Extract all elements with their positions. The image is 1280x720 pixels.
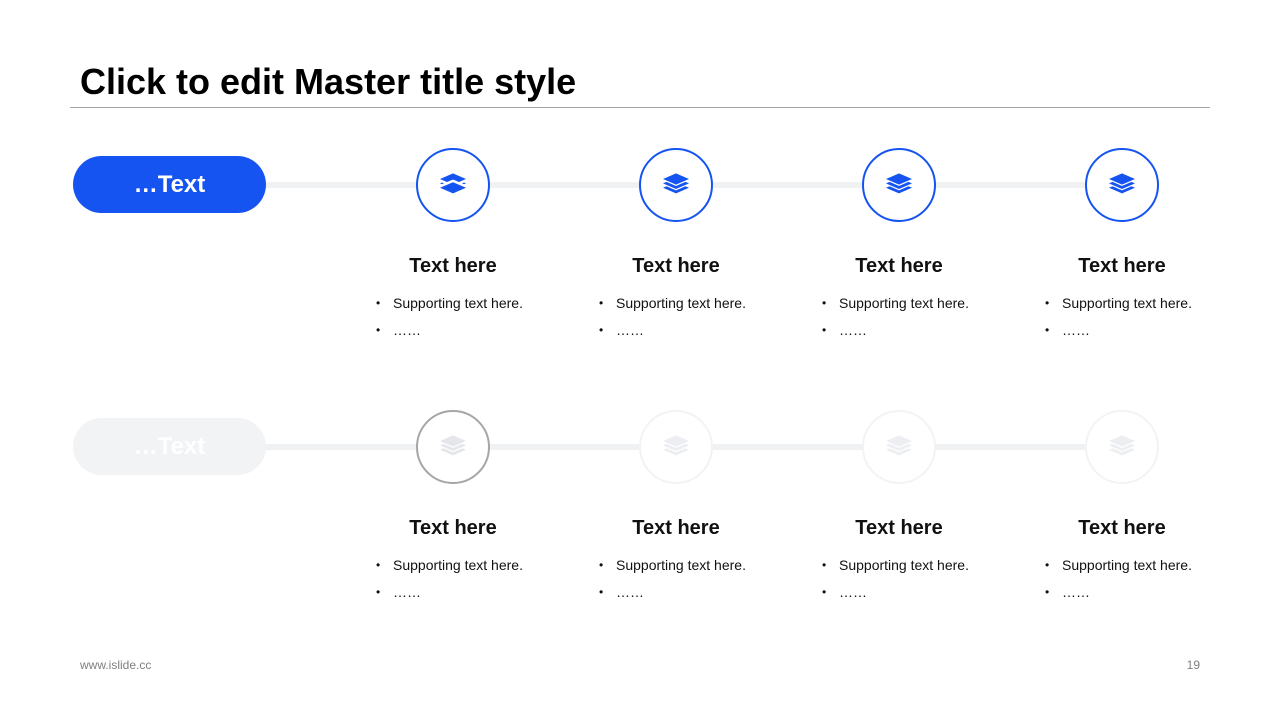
step-heading[interactable]: Text here <box>566 516 786 540</box>
bullet-item[interactable]: …… <box>374 583 564 610</box>
bullet-item[interactable]: Supporting text here. <box>1043 556 1233 583</box>
layers-icon <box>438 172 468 196</box>
bullet-item[interactable]: Supporting text here. <box>820 556 1010 583</box>
timeline-row-2: …Text Text here Text here Text here Text… <box>0 410 1280 630</box>
row-label-pill[interactable]: …Text <box>73 418 266 475</box>
step-heading[interactable]: Text here <box>789 516 1009 540</box>
bullet-list: Supporting text here. …… <box>374 556 564 610</box>
step-node[interactable] <box>416 148 490 222</box>
bullet-item[interactable]: …… <box>597 583 787 610</box>
step-heading[interactable]: Text here <box>789 254 1009 278</box>
page-number: 19 <box>1186 658 1200 672</box>
bullet-item[interactable]: …… <box>374 321 564 348</box>
bullet-item[interactable]: …… <box>820 321 1010 348</box>
step-node[interactable] <box>1085 410 1159 484</box>
bullet-list: Supporting text here. …… <box>374 294 564 348</box>
slide-title[interactable]: Click to edit Master title style <box>80 60 576 104</box>
bullet-list: Supporting text here. …… <box>820 294 1010 348</box>
bullet-item[interactable]: …… <box>820 583 1010 610</box>
bullet-item[interactable]: Supporting text here. <box>374 556 564 583</box>
timeline-row-1: …Text Text here Text here Text here Text… <box>0 148 1280 368</box>
layers-icon <box>1107 172 1137 194</box>
step-node[interactable] <box>639 148 713 222</box>
layers-icon <box>884 172 914 194</box>
bullet-list: Supporting text here. …… <box>820 556 1010 610</box>
bullet-item[interactable]: Supporting text here. <box>374 294 564 321</box>
layers-icon <box>661 434 691 456</box>
step-node[interactable] <box>1085 148 1159 222</box>
title-divider <box>70 107 1210 108</box>
bullet-list: Supporting text here. …… <box>1043 556 1233 610</box>
step-heading[interactable]: Text here <box>343 516 563 540</box>
layers-icon <box>1107 434 1137 456</box>
bullet-list: Supporting text here. …… <box>1043 294 1233 348</box>
step-node[interactable] <box>862 148 936 222</box>
bullet-list: Supporting text here. …… <box>597 294 787 348</box>
bullet-item[interactable]: Supporting text here. <box>597 294 787 321</box>
bullet-item[interactable]: …… <box>1043 583 1233 610</box>
layers-icon <box>438 434 468 456</box>
bullet-item[interactable]: Supporting text here. <box>597 556 787 583</box>
bullet-item[interactable]: Supporting text here. <box>820 294 1010 321</box>
layers-icon <box>884 434 914 456</box>
bullet-item[interactable]: …… <box>597 321 787 348</box>
layers-icon <box>661 172 691 194</box>
step-node[interactable] <box>639 410 713 484</box>
step-node[interactable] <box>416 410 490 484</box>
step-heading[interactable]: Text here <box>1012 254 1232 278</box>
bullet-item[interactable]: Supporting text here. <box>1043 294 1233 321</box>
footer-website: www.islide.cc <box>80 658 152 672</box>
step-heading[interactable]: Text here <box>566 254 786 278</box>
bullet-item[interactable]: …… <box>1043 321 1233 348</box>
step-heading[interactable]: Text here <box>343 254 563 278</box>
row-label-pill[interactable]: …Text <box>73 156 266 213</box>
step-node[interactable] <box>862 410 936 484</box>
step-heading[interactable]: Text here <box>1012 516 1232 540</box>
bullet-list: Supporting text here. …… <box>597 556 787 610</box>
